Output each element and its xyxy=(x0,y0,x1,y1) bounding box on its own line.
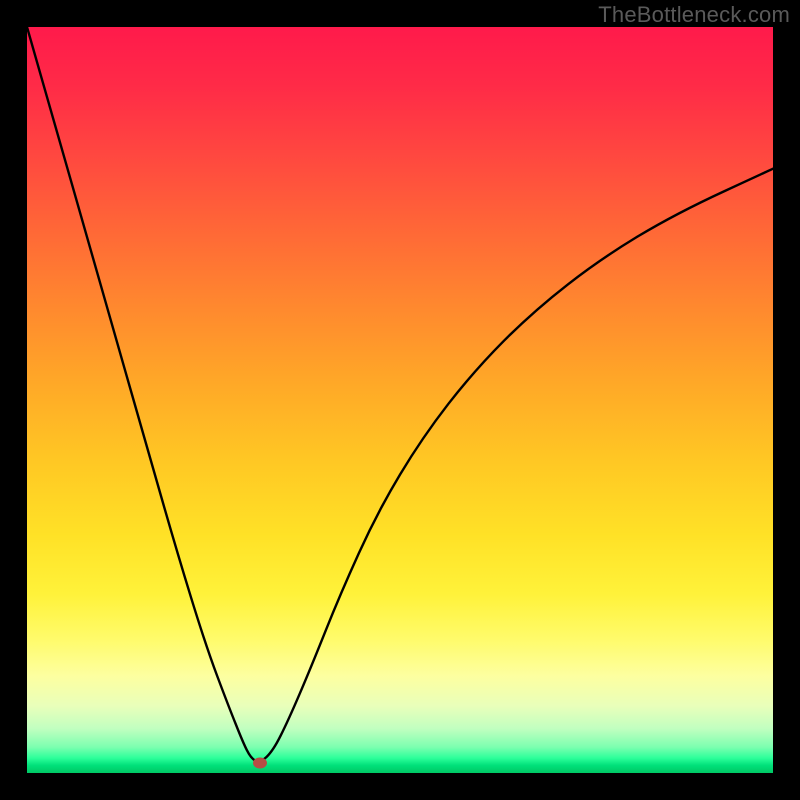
watermark-text: TheBottleneck.com xyxy=(598,2,790,28)
chart-frame: TheBottleneck.com xyxy=(0,0,800,800)
plot-area xyxy=(27,27,773,773)
optimum-marker xyxy=(253,758,267,769)
curve-path xyxy=(27,27,773,761)
curve-layer xyxy=(27,27,773,773)
